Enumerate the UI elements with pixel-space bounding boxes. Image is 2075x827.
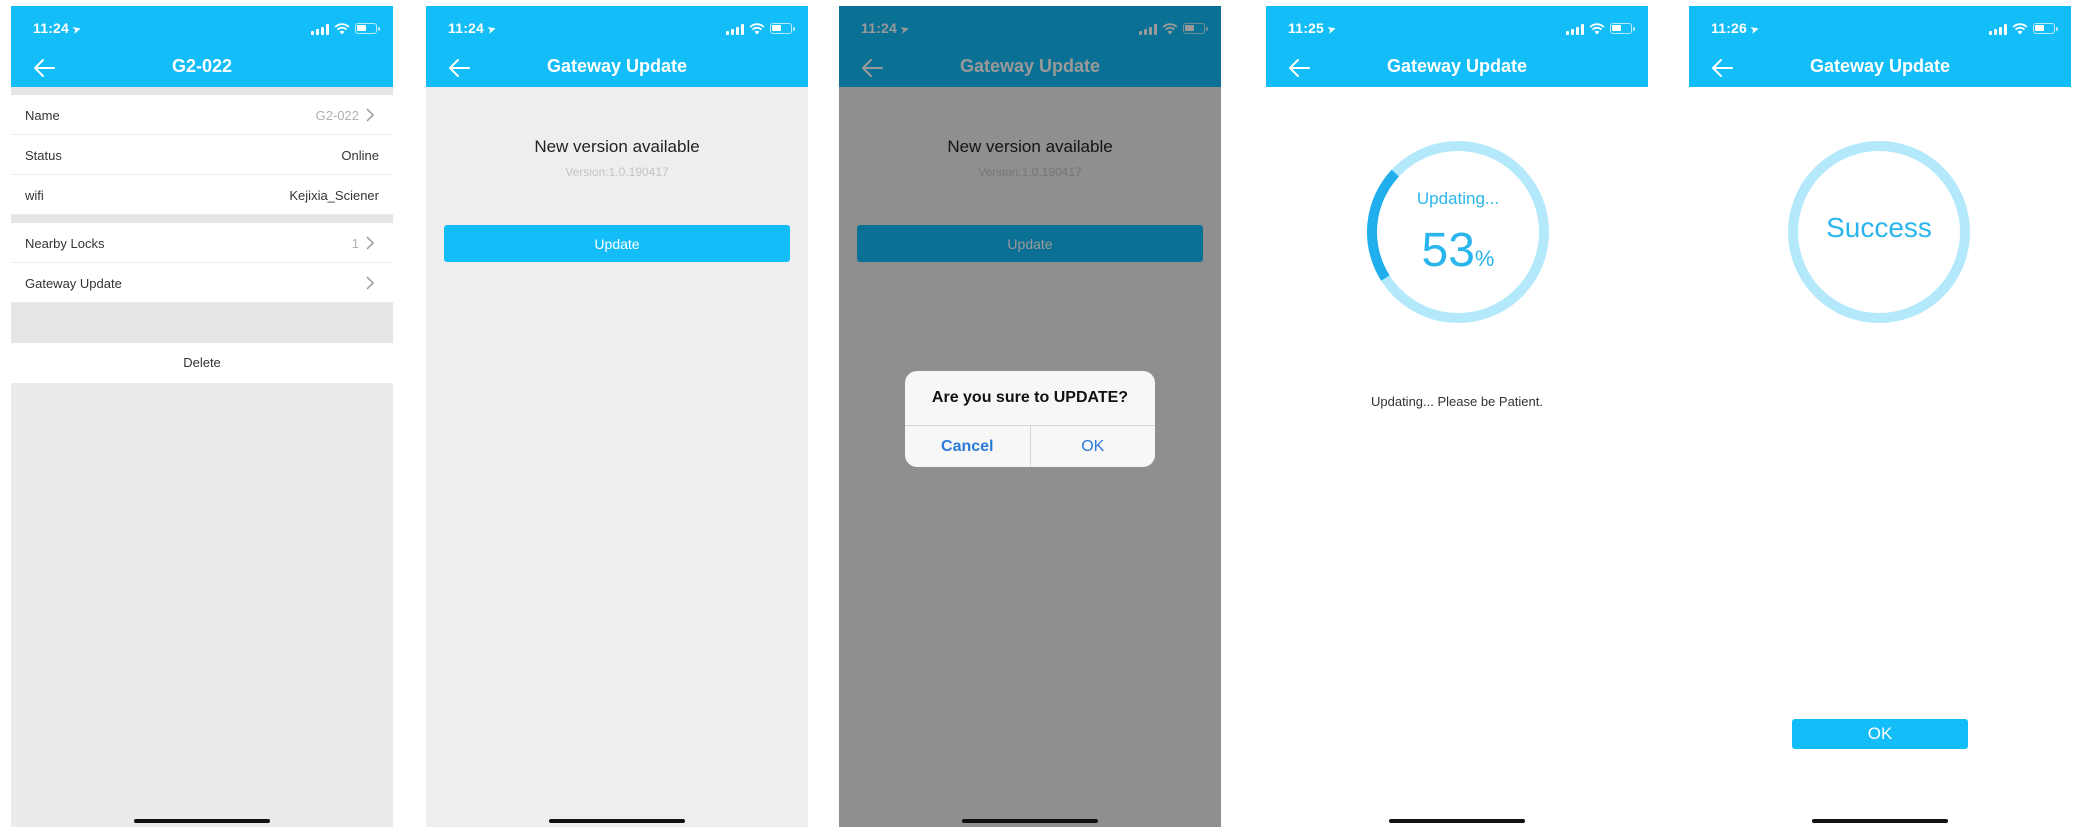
home-indicator[interactable]	[549, 819, 685, 823]
section-gap	[11, 303, 393, 343]
updating-screen: 11:25 ➤ Gateway Update Updating... 53% Up…	[1266, 6, 1648, 827]
row-value: Kejixia_Sciener	[289, 188, 379, 203]
status-bar: 11:26 ➤	[1689, 20, 2071, 40]
row-value: G2-022	[315, 108, 359, 123]
row-label: wifi	[25, 188, 44, 203]
progress-content: Updating... 53% Updating... Please be Pa…	[1266, 87, 1648, 827]
home-indicator[interactable]	[1389, 819, 1525, 823]
progress-ring: Updating... 53%	[1363, 137, 1553, 327]
updating-message: Updating... Please be Patient.	[1370, 394, 1543, 409]
gateway-detail-screen: 11:24 ➤ G2-022 Name G2-022 Status Online …	[11, 6, 393, 827]
status-bar: 11:24 ➤	[426, 20, 808, 40]
signal-icon	[1989, 24, 2007, 35]
row-label: Name	[25, 108, 60, 123]
status-time: 11:26 ➤	[1711, 20, 1761, 37]
confirm-dialog: Are you sure to UPDATE? Cancel OK	[905, 371, 1155, 467]
success-ring: Success	[1784, 137, 1974, 327]
row-value: 1	[351, 236, 359, 251]
row-wifi: wifi Kejixia_Sciener	[11, 175, 393, 215]
battery-icon	[770, 23, 795, 34]
settings-list: Name G2-022 Status Online wifi Kejixia_S…	[11, 87, 393, 827]
row-label: Gateway Update	[25, 276, 122, 291]
ok-button[interactable]: OK	[1031, 426, 1156, 467]
header: 11:24 ➤ Gateway Update	[426, 6, 808, 87]
ok-button[interactable]: OK	[1792, 719, 1968, 749]
location-icon: ➤	[1748, 22, 1761, 37]
section-divider	[11, 87, 393, 95]
home-indicator[interactable]	[1812, 819, 1948, 823]
row-name[interactable]: Name G2-022	[11, 95, 393, 135]
page-title: Gateway Update	[1386, 56, 1528, 76]
row-gateway-update[interactable]: Gateway Update	[11, 263, 393, 303]
progress-unit: %	[1474, 246, 1495, 271]
wifi-icon	[1589, 23, 1605, 35]
page-title: Gateway Update	[546, 56, 688, 76]
dialog-title: Are you sure to UPDATE?	[931, 389, 1129, 406]
wifi-icon	[749, 23, 765, 35]
location-icon: ➤	[1325, 22, 1338, 37]
battery-icon	[2033, 23, 2058, 34]
battery-icon	[1610, 23, 1635, 34]
signal-icon	[1566, 24, 1584, 35]
header: 11:24 ➤ G2-022	[11, 6, 393, 87]
page-title: G2-022	[171, 56, 233, 76]
status-bar: 11:24 ➤	[11, 20, 393, 40]
row-status: Status Online	[11, 135, 393, 175]
chevron-right-icon	[366, 236, 375, 250]
delete-button[interactable]: Delete	[11, 343, 393, 383]
success-content: Success OK	[1689, 87, 2071, 827]
home-indicator[interactable]	[962, 819, 1098, 823]
chevron-right-icon	[366, 108, 375, 122]
new-version-heading: New version available	[534, 137, 700, 156]
status-bar: 11:25 ➤	[1266, 20, 1648, 40]
location-icon: ➤	[70, 22, 83, 37]
gateway-update-confirm-screen: 11:24 ➤ Gateway Update New version availa…	[839, 6, 1221, 827]
status-time: 11:25 ➤	[1288, 20, 1338, 37]
system-icons	[1566, 22, 1635, 36]
status-time: 11:24 ➤	[448, 20, 498, 37]
row-label: Nearby Locks	[25, 236, 105, 251]
signal-icon	[311, 24, 329, 35]
header: 11:26 ➤ Gateway Update	[1689, 6, 2071, 87]
cancel-button[interactable]: Cancel	[905, 426, 1031, 467]
nav-bar: Gateway Update	[1689, 52, 2071, 84]
nav-bar: G2-022	[11, 52, 393, 84]
success-label: Success	[1826, 212, 1932, 243]
status-time: 11:24 ➤	[33, 20, 83, 37]
update-success-screen: 11:26 ➤ Gateway Update Success OK	[1689, 6, 2071, 827]
progress-label: Updating...	[1416, 189, 1500, 208]
gateway-update-screen: 11:24 ➤ Gateway Update New version availa…	[426, 6, 808, 827]
row-nearby-locks[interactable]: Nearby Locks 1	[11, 223, 393, 263]
row-label: Status	[25, 148, 62, 163]
row-value: Online	[341, 148, 379, 163]
nav-bar: Gateway Update	[1266, 52, 1648, 84]
wifi-icon	[334, 23, 350, 35]
progress-percent: 53%	[1363, 223, 1553, 278]
nav-bar: Gateway Update	[426, 52, 808, 84]
version-text: Version:1.0.190417	[565, 165, 669, 179]
system-icons	[1989, 22, 2058, 36]
dialog-buttons: Cancel OK	[905, 425, 1155, 467]
header: 11:25 ➤ Gateway Update	[1266, 6, 1648, 87]
system-icons	[311, 22, 380, 36]
page-title: Gateway Update	[1809, 56, 1951, 76]
update-button[interactable]: Update	[444, 225, 790, 262]
wifi-icon	[2012, 23, 2028, 35]
system-icons	[726, 22, 795, 36]
section-divider	[11, 215, 393, 223]
location-icon: ➤	[485, 22, 498, 37]
update-content: New version available Version:1.0.190417…	[426, 87, 808, 827]
signal-icon	[726, 24, 744, 35]
chevron-right-icon	[366, 276, 375, 290]
progress-value: 53	[1421, 224, 1475, 277]
home-indicator[interactable]	[134, 819, 270, 823]
battery-icon	[355, 23, 380, 34]
